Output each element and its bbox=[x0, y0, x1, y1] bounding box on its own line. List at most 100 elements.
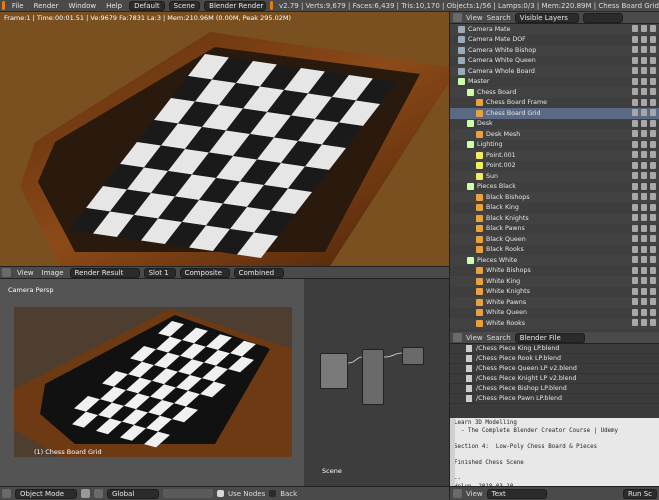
camera-render-icon[interactable] bbox=[650, 214, 656, 221]
outliner-row[interactable]: Sun bbox=[450, 171, 659, 182]
camera-render-icon[interactable] bbox=[650, 182, 656, 190]
eye-icon[interactable] bbox=[632, 119, 638, 127]
eye-icon[interactable] bbox=[632, 319, 638, 326]
cursor-icon[interactable] bbox=[641, 130, 647, 137]
eye-icon[interactable] bbox=[632, 203, 638, 211]
pass-selector[interactable]: Combined bbox=[233, 267, 284, 278]
camera-render-icon[interactable] bbox=[650, 88, 656, 95]
outliner-row[interactable]: White Knights bbox=[450, 287, 659, 298]
cursor-icon[interactable] bbox=[641, 46, 647, 53]
eye-icon[interactable] bbox=[632, 193, 638, 200]
outliner-type-icon[interactable] bbox=[453, 13, 462, 22]
menu-image[interactable]: Image bbox=[40, 269, 66, 277]
outliner-row[interactable]: White Bishops bbox=[450, 266, 659, 277]
outliner-panel[interactable]: View Search Visible Layers Camera Mate Ca… bbox=[449, 12, 659, 332]
outliner-search-input[interactable] bbox=[582, 12, 623, 23]
camera-render-icon[interactable] bbox=[650, 161, 656, 169]
eye-icon[interactable] bbox=[632, 56, 638, 64]
cursor-icon[interactable] bbox=[641, 77, 647, 85]
outliner-row[interactable]: Desk Mesh bbox=[450, 129, 659, 140]
filebrowser-view-menu[interactable]: View bbox=[466, 334, 483, 342]
camera-render-icon[interactable] bbox=[650, 319, 656, 326]
cursor-icon[interactable] bbox=[641, 308, 647, 316]
eye-icon[interactable] bbox=[632, 287, 638, 295]
cursor-icon[interactable] bbox=[641, 151, 647, 158]
mode-selector[interactable]: Object Mode bbox=[15, 488, 77, 499]
outliner-row[interactable]: Pieces Black bbox=[450, 182, 659, 193]
outliner-row[interactable]: Pieces White bbox=[450, 255, 659, 266]
camera-render-icon[interactable] bbox=[650, 287, 656, 295]
outliner-row[interactable]: White Queen bbox=[450, 308, 659, 319]
menu-file[interactable]: File bbox=[9, 2, 27, 10]
cursor-icon[interactable] bbox=[641, 67, 647, 74]
menu-window[interactable]: Window bbox=[65, 2, 99, 10]
outliner-row[interactable]: Camera White Bishop bbox=[450, 45, 659, 56]
eye-icon[interactable] bbox=[632, 98, 638, 106]
outliner-row[interactable]: Camera Mate DOF bbox=[450, 35, 659, 46]
camera-render-icon[interactable] bbox=[650, 98, 656, 106]
camera-render-icon[interactable] bbox=[650, 266, 656, 274]
run-script-button[interactable]: Run Sc bbox=[623, 488, 657, 499]
text-view-menu[interactable]: View bbox=[466, 490, 483, 498]
cursor-icon[interactable] bbox=[641, 319, 647, 326]
node-editor[interactable]: Scene bbox=[304, 279, 449, 486]
eye-icon[interactable] bbox=[632, 46, 638, 53]
composite-node[interactable] bbox=[402, 347, 424, 365]
camera-render-icon[interactable] bbox=[650, 67, 656, 74]
menu-view[interactable]: View bbox=[15, 269, 36, 277]
camera-render-icon[interactable] bbox=[650, 203, 656, 211]
use-nodes-checkbox[interactable] bbox=[217, 490, 224, 497]
text-content[interactable]: Learn 3D Modelling - The Complete Blende… bbox=[450, 418, 659, 486]
cursor-icon[interactable] bbox=[641, 214, 647, 221]
scene-selector[interactable]: Scene bbox=[168, 0, 201, 11]
cursor-icon[interactable] bbox=[641, 98, 647, 106]
render-layers-node[interactable] bbox=[320, 353, 348, 389]
cursor-icon[interactable] bbox=[641, 35, 647, 43]
file-browser-panel[interactable]: View Search Blender File /Chess Piece Ki… bbox=[449, 332, 659, 418]
eye-icon[interactable] bbox=[632, 214, 638, 221]
outliner-filter-selector[interactable]: Visible Layers bbox=[514, 12, 579, 23]
file-row[interactable]: /Chess Piece Queen LP v2.blend bbox=[450, 364, 659, 374]
camera-render-icon[interactable] bbox=[650, 109, 656, 116]
camera-render-icon[interactable] bbox=[650, 119, 656, 127]
outliner-row[interactable]: Point.001 bbox=[450, 150, 659, 161]
cursor-icon[interactable] bbox=[641, 25, 647, 32]
editor-type-icon[interactable] bbox=[2, 268, 11, 277]
layers-icon[interactable] bbox=[163, 489, 213, 498]
eye-icon[interactable] bbox=[632, 88, 638, 95]
cursor-icon[interactable] bbox=[641, 161, 647, 169]
eye-icon[interactable] bbox=[632, 77, 638, 85]
outliner-row[interactable]: Camera Whole Board bbox=[450, 66, 659, 77]
layout-selector[interactable]: Default bbox=[129, 0, 165, 11]
outliner-row[interactable]: Black Pawns bbox=[450, 224, 659, 235]
outliner-row[interactable]: Desk bbox=[450, 119, 659, 130]
viewer-node[interactable] bbox=[362, 349, 384, 405]
pivot-icon[interactable] bbox=[94, 489, 103, 498]
camera-render-icon[interactable] bbox=[650, 298, 656, 305]
camera-render-icon[interactable] bbox=[650, 193, 656, 200]
outliner-row[interactable]: White Pawns bbox=[450, 297, 659, 308]
outliner-row[interactable]: Chess Board Grid bbox=[450, 108, 659, 119]
composite-selector[interactable]: Composite bbox=[179, 267, 230, 278]
camera-render-icon[interactable] bbox=[650, 151, 656, 158]
view3d-type-icon[interactable] bbox=[2, 489, 11, 498]
outliner-row[interactable]: Camera Mate bbox=[450, 24, 659, 35]
cursor-icon[interactable] bbox=[641, 88, 647, 95]
orientation-selector[interactable]: Global bbox=[107, 488, 159, 499]
blender-logo-icon[interactable] bbox=[2, 1, 5, 10]
eye-icon[interactable] bbox=[632, 172, 638, 179]
filebrowser-type-icon[interactable] bbox=[453, 333, 462, 342]
cursor-icon[interactable] bbox=[641, 119, 647, 127]
outliner-row[interactable]: Black Knights bbox=[450, 213, 659, 224]
cursor-icon[interactable] bbox=[641, 256, 647, 263]
outliner-row[interactable]: Lighting bbox=[450, 140, 659, 151]
eye-icon[interactable] bbox=[632, 161, 638, 169]
file-row[interactable]: /Chess Piece King LP.blend bbox=[450, 344, 659, 354]
eye-icon[interactable] bbox=[632, 298, 638, 305]
viewport-3d[interactable]: Frame:1 | Time:00:01.51 | Ve:9679 Fa:783… bbox=[0, 12, 449, 266]
outliner-view-menu[interactable]: View bbox=[466, 14, 483, 22]
camera-render-icon[interactable] bbox=[650, 256, 656, 263]
eye-icon[interactable] bbox=[632, 109, 638, 116]
menu-help[interactable]: Help bbox=[103, 2, 125, 10]
text-editor[interactable]: Learn 3D Modelling - The Complete Blende… bbox=[449, 418, 659, 486]
